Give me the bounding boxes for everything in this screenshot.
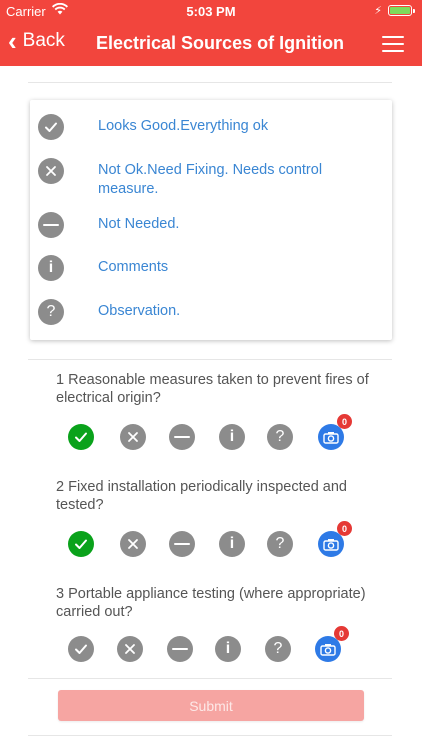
answer-info-icon[interactable]: i (215, 636, 241, 662)
answer-minus-icon[interactable] (169, 531, 195, 557)
legend-item-observation: ? Observation. (38, 299, 338, 325)
info-icon: i (38, 255, 64, 281)
cross-icon (38, 158, 64, 184)
legend-card: Looks Good.Everything ok Not Ok.Need Fix… (30, 100, 392, 340)
divider (28, 82, 392, 83)
answer-cross-icon[interactable] (120, 424, 146, 450)
nav-bar: ‹ Back Electrical Sources of Ignition (0, 22, 422, 66)
minus-icon (38, 212, 64, 238)
photo-count-badge: 0 (337, 521, 352, 536)
answer-check-icon[interactable] (68, 636, 94, 662)
submit-button[interactable]: Submit (58, 690, 364, 721)
legend-item-not-ok: Not Ok.Need Fixing. Needs control measur… (38, 158, 338, 199)
camera-button[interactable]: 0 (318, 521, 352, 557)
legend-label: Not Ok.Need Fixing. Needs control measur… (98, 162, 323, 197)
question-text: 3 Portable appliance testing (where appr… (56, 586, 366, 620)
legend-label: Observation. (98, 303, 181, 319)
legend-item-ok: Looks Good.Everything ok (38, 114, 338, 140)
divider (28, 678, 392, 679)
legend-label: Comments (98, 259, 169, 275)
answer-check-icon[interactable] (68, 531, 94, 557)
status-time: 5:03 PM (186, 4, 236, 19)
answer-cross-icon[interactable] (120, 531, 146, 557)
answer-minus-icon[interactable] (169, 424, 195, 450)
question-text: 2 Fixed installation periodically inspec… (56, 479, 347, 513)
answer-check-icon[interactable] (68, 424, 94, 450)
photo-count-badge: 0 (337, 414, 352, 429)
legend-item-comments: i Comments (38, 255, 338, 281)
back-button[interactable]: ‹ Back (8, 26, 65, 56)
chevron-left-icon: ‹ (8, 26, 17, 56)
charging-icon: ⚡ (374, 5, 382, 17)
battery-icon (388, 5, 415, 16)
answer-cross-icon[interactable] (117, 636, 143, 662)
answer-question-icon[interactable]: ? (265, 636, 291, 662)
legend-item-not-needed: Not Needed. (38, 212, 338, 238)
answer-info-icon[interactable]: i (219, 424, 245, 450)
answer-minus-icon[interactable] (167, 636, 193, 662)
answer-question-icon[interactable]: ? (267, 531, 293, 557)
question-icon: ? (38, 299, 64, 325)
divider (28, 359, 392, 360)
photo-count-badge: 0 (334, 626, 349, 641)
answer-question-icon[interactable]: ? (267, 424, 293, 450)
answer-info-icon[interactable]: i (219, 531, 245, 557)
camera-button[interactable]: 0 (315, 626, 349, 662)
camera-button[interactable]: 0 (318, 414, 352, 450)
divider (28, 735, 392, 736)
app-header: Carrier 5:03 PM ⚡ ‹ Back Electrical Sour… (0, 0, 422, 66)
page-title: Electrical Sources of Ignition (96, 33, 345, 53)
status-bar: Carrier 5:03 PM ⚡ (0, 0, 422, 22)
back-label: Back (22, 30, 65, 51)
legend-label: Not Needed. (98, 216, 180, 232)
question-text: 1 Reasonable measures taken to prevent f… (56, 372, 369, 406)
hamburger-menu-icon[interactable] (382, 36, 404, 52)
legend-label: Looks Good.Everything ok (98, 118, 269, 134)
check-icon (38, 114, 64, 140)
